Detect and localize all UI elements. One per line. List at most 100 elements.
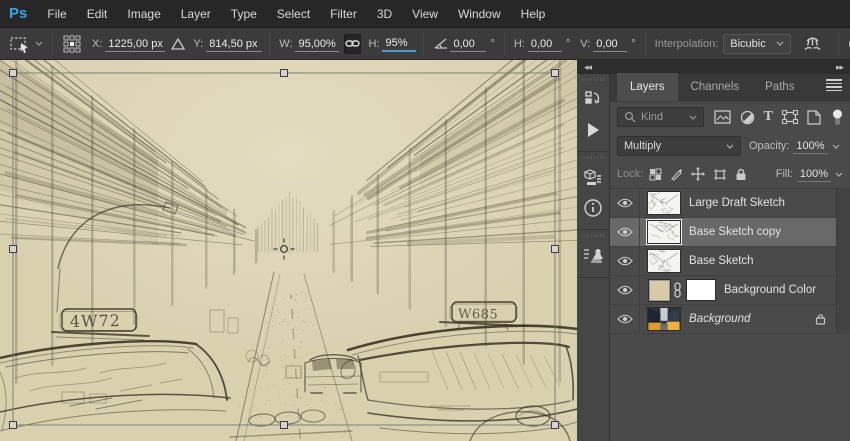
layers-panel: Layers Channels Paths Kind T Multiply Op… [610, 73, 850, 441]
menu-select[interactable]: Select [267, 0, 320, 28]
left-taxi-sign-text: 4W72 [70, 311, 121, 331]
group-gripper[interactable] [582, 156, 604, 159]
tab-layers[interactable]: Layers [617, 73, 678, 101]
tab-channels[interactable]: Channels [678, 73, 753, 101]
expand-panels-icon[interactable]: ◂◂ [584, 62, 592, 73]
actions-panel-icon[interactable] [580, 117, 606, 143]
document-canvas[interactable]: 4W72 W685 [0, 60, 577, 441]
v-skew-label: V: [580, 37, 591, 50]
menu-bar: Ps File Edit Image Layer Type Select Fil… [0, 0, 850, 28]
panel-menu-icon[interactable] [826, 77, 842, 93]
filter-pixel-layers-icon[interactable] [714, 110, 731, 124]
collapse-panels-icon[interactable]: ▸▸ [836, 62, 844, 73]
clone-source-panel-icon[interactable] [580, 243, 606, 269]
rotation-field[interactable]: 0,00 [450, 36, 487, 52]
group-gripper[interactable] [582, 78, 604, 81]
menu-type[interactable]: Type [221, 0, 267, 28]
layer-name: Large Draft Sketch [689, 197, 785, 209]
layer-row-base-sketch-copy[interactable]: Base Sketch copy [610, 217, 836, 247]
transform-handle-top-center[interactable] [280, 69, 288, 77]
layer-thumbnail[interactable] [647, 249, 681, 273]
menu-filter[interactable]: Filter [320, 0, 367, 28]
background-lock-icon[interactable] [815, 313, 826, 325]
maintain-aspect-ratio-link-icon[interactable] [344, 33, 362, 54]
transform-handle-bottom-left[interactable] [9, 421, 17, 429]
fill-color-swatch[interactable] [648, 278, 671, 302]
transform-handle-bottom-right[interactable] [551, 421, 559, 429]
tool-preset-chevron-icon[interactable] [35, 41, 43, 46]
group-gripper[interactable] [582, 234, 604, 237]
menu-file[interactable]: File [37, 0, 76, 28]
v-skew-field[interactable]: 0,00 [593, 36, 628, 52]
x-position-field[interactable]: 1225,00 px [105, 36, 166, 52]
filter-kind-select[interactable]: Kind [617, 107, 704, 127]
fill-value[interactable]: 100% [796, 167, 831, 182]
layer-row-large-draft-sketch[interactable]: Large Draft Sketch [610, 188, 836, 218]
lock-transparency-icon[interactable] [649, 168, 662, 181]
strip-group-2 [577, 152, 609, 230]
opacity-value[interactable]: 100% [793, 139, 828, 154]
menu-window[interactable]: Window [448, 0, 511, 28]
transform-tool-icon [9, 35, 31, 53]
history-panel-icon[interactable] [580, 87, 606, 113]
filter-smart-objects-icon[interactable] [807, 109, 821, 125]
menu-layer[interactable]: Layer [171, 0, 221, 28]
lock-all-icon[interactable] [735, 168, 747, 181]
layer-name: Background Color [724, 284, 817, 296]
h-skew-field[interactable]: 0,00 [527, 36, 562, 52]
dock-collapse-bar: ◂◂ ▸▸ [577, 60, 850, 74]
lock-image-pixels-icon[interactable] [670, 168, 683, 181]
y-position-field[interactable]: 814,50 px [206, 36, 263, 52]
layers-list: Large Draft Sketch Base Sketch copy Base… [610, 188, 850, 334]
layer-mask-link-icon[interactable] [673, 282, 682, 298]
visibility-eye-icon[interactable] [610, 217, 640, 247]
menu-3d[interactable]: 3D [367, 0, 402, 28]
layer-thumbnail[interactable] [647, 191, 681, 215]
layers-scroll-gutter[interactable] [836, 189, 850, 334]
menu-image[interactable]: Image [117, 0, 170, 28]
chevron-down-icon [776, 41, 784, 46]
interpolation-select[interactable]: Bicubic [723, 33, 791, 54]
reference-point-locator[interactable] [62, 34, 82, 54]
layer-row-background-color[interactable]: Background Color [610, 275, 836, 305]
blend-mode-select[interactable]: Multiply [617, 136, 741, 156]
visibility-eye-icon[interactable] [610, 275, 640, 305]
visibility-eye-icon[interactable] [610, 304, 640, 334]
transform-handle-mid-left[interactable] [9, 245, 17, 253]
layer-mask-thumbnail[interactable] [686, 279, 716, 301]
filter-adjustment-layers-icon[interactable] [740, 110, 755, 125]
transform-handle-top-right[interactable] [551, 69, 559, 77]
tab-paths[interactable]: Paths [752, 73, 807, 101]
visibility-eye-icon[interactable] [610, 246, 640, 276]
properties-3d-panel-icon[interactable] [580, 165, 606, 191]
chevron-down-icon [726, 144, 734, 149]
transform-handle-mid-right[interactable] [551, 245, 559, 253]
width-field[interactable]: 95,00% [295, 36, 340, 52]
lock-artboard-icon[interactable] [713, 168, 727, 181]
panel-tabs: Layers Channels Paths [610, 73, 850, 102]
layer-thumbnail-photo[interactable] [647, 307, 681, 331]
layer-thumbnail[interactable] [646, 219, 682, 245]
visibility-eye-icon[interactable] [610, 188, 640, 218]
height-field[interactable]: 95% [382, 35, 417, 52]
strip-group-1 [577, 74, 609, 152]
transform-handle-top-left[interactable] [9, 69, 17, 77]
layer-row-background[interactable]: Background [610, 304, 836, 334]
opacity-chevron-icon[interactable] [832, 144, 840, 149]
relative-positioning-delta-icon[interactable] [171, 37, 186, 50]
fill-chevron-icon[interactable] [835, 172, 843, 177]
menu-help[interactable]: Help [511, 0, 556, 28]
warp-mode-icon[interactable] [803, 36, 822, 52]
layer-name: Background [689, 313, 751, 325]
blend-mode-row: Multiply Opacity: 100% [610, 132, 850, 160]
layer-row-base-sketch[interactable]: Base Sketch [610, 246, 836, 276]
filter-type-layers-icon[interactable]: T [764, 109, 773, 125]
filter-shape-layers-icon[interactable] [782, 110, 798, 124]
info-panel-icon[interactable] [580, 195, 606, 221]
menu-edit[interactable]: Edit [77, 0, 118, 28]
x-label: X: [92, 37, 103, 50]
filtering-toggle-switch[interactable] [832, 109, 843, 126]
menu-view[interactable]: View [402, 0, 448, 28]
transform-handle-bottom-center[interactable] [280, 421, 288, 429]
lock-position-icon[interactable] [691, 167, 706, 181]
